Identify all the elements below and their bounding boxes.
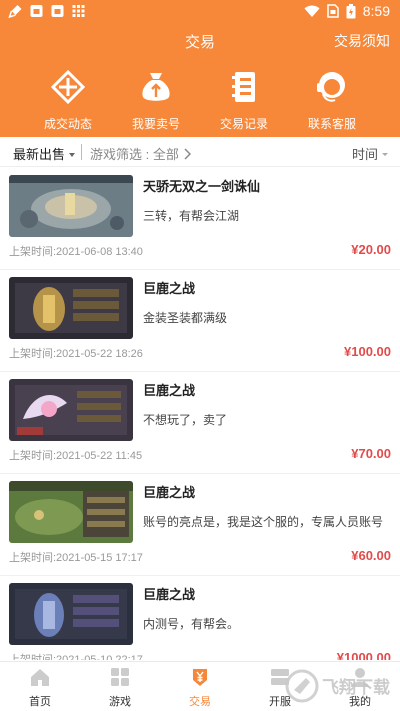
diamond-icon — [51, 70, 85, 104]
listing-item[interactable]: 巨鹿之战 账号的亮点是，我是这个服的，专属人员账号 上架时间:2021-05-1… — [0, 474, 400, 576]
wifi-icon — [304, 5, 320, 17]
divider — [81, 144, 82, 160]
caret-down-icon — [69, 152, 76, 157]
header: 8:59 交易 交易须知 成交动态 我要卖号 交易记录 联系客服 — [0, 0, 400, 137]
listing-price: ¥60.00 — [351, 548, 391, 563]
listing-description: 三转，有帮会江湖 — [143, 209, 240, 223]
broom-icon — [8, 5, 22, 18]
listing-time: 上架时间:2021-05-15 17:17 — [9, 552, 143, 564]
listing-item[interactable]: 巨鹿之战 金装圣装都满级 上架时间:2021-05-22 18:26 ¥100.… — [0, 270, 400, 372]
listing-description: 内测号，有帮会。 — [143, 617, 240, 631]
listing-price: ¥1000.00 — [336, 650, 391, 660]
status-system-icons: 8:59 — [304, 3, 390, 19]
sort-label: 最新出售 — [13, 147, 66, 162]
listing-description: 账号的亮点是，我是这个服的，专属人员账号 — [143, 515, 384, 529]
listing-title: 巨鹿之战 — [143, 485, 196, 500]
record-list-icon — [232, 72, 255, 102]
listing-description: 不想玩了，卖了 — [143, 413, 228, 427]
listing-title: 巨鹿之战 — [143, 587, 196, 602]
nav-trade[interactable]: 交易 — [168, 666, 232, 709]
home-icon — [31, 669, 49, 686]
money-bag-icon — [142, 73, 170, 101]
quick-action-sell[interactable]: 我要卖号 — [112, 70, 200, 132]
battery-icon — [346, 3, 356, 18]
status-notification-icons — [8, 4, 86, 18]
listing-price: ¥20.00 — [351, 242, 391, 257]
quick-action-records[interactable]: 交易记录 — [200, 70, 288, 132]
sim-card-icon — [327, 4, 339, 18]
listing-thumbnail — [9, 583, 133, 645]
listing-item[interactable]: 巨鹿之战 内测号，有帮会。 上架时间:2021-05-10 22:17 ¥100… — [0, 576, 400, 660]
app-notification-icon — [51, 5, 64, 17]
game-filter[interactable]: 游戏筛选 : 全部 — [90, 144, 191, 163]
time-sort-label: 时间 — [351, 147, 378, 162]
app-notification-icon — [30, 5, 43, 17]
quick-action-support[interactable]: 联系客服 — [288, 70, 376, 132]
quick-action-label: 我要卖号 — [131, 117, 180, 131]
customer-service-icon — [317, 72, 345, 102]
nav-label: 交易 — [189, 696, 211, 708]
filter-bar: 最新出售 游戏筛选 : 全部 时间 — [0, 137, 400, 167]
chevron-right-icon — [184, 147, 191, 160]
listing-title: 巨鹿之战 — [143, 281, 196, 296]
listing-title: 巨鹿之战 — [143, 383, 196, 398]
listing-title: 天骄无双之一剑诛仙 — [143, 179, 261, 194]
listing-time: 上架时间:2021-05-22 18:26 — [9, 348, 143, 360]
quick-action-label: 成交动态 — [43, 117, 92, 131]
quick-action-deals[interactable]: 成交动态 — [24, 70, 112, 132]
listing-item[interactable]: 天骄无双之一剑诛仙 三转，有帮会江湖 上架时间:2021-06-08 13:40… — [0, 168, 400, 270]
quick-action-label: 联系客服 — [307, 117, 356, 131]
quick-action-label: 交易记录 — [219, 117, 268, 131]
nav-home[interactable]: 首页 — [8, 666, 72, 709]
listing-time: 上架时间:2021-05-22 11:45 — [9, 450, 143, 462]
sort-dropdown[interactable]: 最新出售 — [13, 144, 76, 163]
nav-label: 首页 — [29, 696, 51, 708]
grid-icon — [111, 668, 129, 686]
nav-label: 游戏 — [109, 696, 131, 708]
title-bar: 交易 交易须知 — [0, 24, 400, 56]
clock: 8:59 — [362, 3, 390, 19]
quick-actions: 成交动态 我要卖号 交易记录 联系客服 — [0, 70, 400, 132]
listing-item[interactable]: 巨鹿之战 不想玩了，卖了 上架时间:2021-05-22 11:45 ¥70.0… — [0, 372, 400, 474]
listing-list: 天骄无双之一剑诛仙 三转，有帮会江湖 上架时间:2021-06-08 13:40… — [0, 168, 400, 660]
listing-thumbnail — [9, 379, 133, 441]
listing-price: ¥100.00 — [344, 344, 391, 359]
listing-thumbnail — [9, 481, 133, 543]
time-sort[interactable]: 时间 — [352, 144, 388, 163]
watermark-text: 飞翔下载 — [322, 677, 390, 698]
listing-time: 上架时间:2021-06-08 13:40 — [9, 246, 143, 258]
listing-price: ¥70.00 — [351, 446, 391, 461]
game-filter-label: 游戏筛选 : 全部 — [90, 147, 179, 162]
listing-description: 金装圣装都满级 — [143, 311, 228, 325]
status-bar: 8:59 — [0, 0, 400, 24]
grid-apps-icon — [72, 5, 85, 17]
trade-notice-link[interactable]: 交易须知 — [334, 31, 390, 51]
yen-tag-icon — [193, 669, 207, 686]
nav-games[interactable]: 游戏 — [88, 666, 152, 709]
watermark-logo: 飞翔下载 — [285, 669, 390, 703]
listing-time: 上架时间:2021-05-10 22:17 — [9, 654, 143, 660]
listing-thumbnail — [9, 277, 133, 339]
caret-down-icon — [382, 153, 388, 156]
listing-thumbnail — [9, 175, 133, 237]
